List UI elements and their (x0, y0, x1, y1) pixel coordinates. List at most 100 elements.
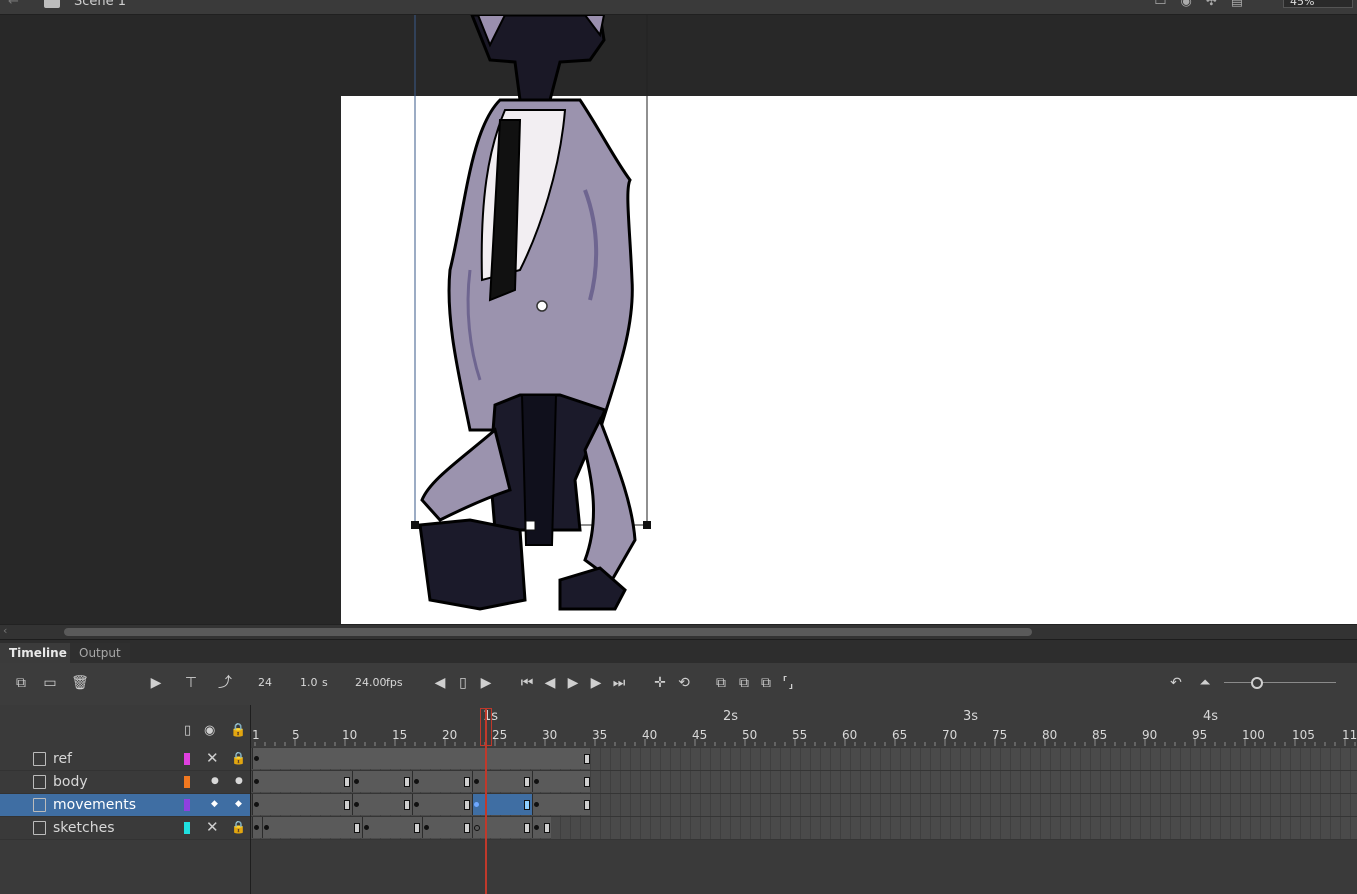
center-frame-icon[interactable]: ✛ (650, 673, 670, 693)
end-frame[interactable] (524, 800, 530, 810)
graph-icon[interactable]: ⤴ (215, 673, 235, 693)
frame-span[interactable] (252, 771, 352, 792)
keyframe[interactable] (354, 802, 359, 807)
frames-area[interactable]: 1s 2s 3s 4s 1 5 10 15 20 25 30 35 40 45 50 55 60 65 70… (251, 705, 1357, 894)
frames-row-sketches[interactable] (251, 817, 1357, 840)
go-to-first-frame-icon[interactable]: ⏮ (517, 673, 537, 693)
edit-multiple-frames-icon[interactable]: ⧉ (756, 673, 776, 693)
playhead-line[interactable] (485, 708, 487, 894)
undo-icon[interactable]: ↶ (1166, 673, 1186, 693)
end-frame[interactable] (524, 823, 530, 833)
layer-color-swatch[interactable] (184, 799, 190, 811)
end-frame[interactable] (544, 823, 550, 833)
horizontal-scrollbar[interactable]: ‹ (0, 624, 1357, 639)
frame-span[interactable] (472, 817, 532, 838)
lock-dot-icon[interactable]: ◆ (235, 799, 242, 809)
frame-span-selected[interactable] (472, 794, 532, 815)
frames-row-ref[interactable] (251, 748, 1357, 771)
layer-color-swatch[interactable] (184, 822, 190, 834)
layer-color-swatch[interactable] (184, 753, 190, 765)
timeline-ruler[interactable]: 1s 2s 3s 4s 1 5 10 15 20 25 30 35 40 45 50 55 60 65 70… (251, 705, 1357, 747)
end-frame[interactable] (464, 823, 470, 833)
end-frame[interactable] (404, 800, 410, 810)
onion-skin-outlines-icon[interactable]: ⧉ (734, 673, 754, 693)
back-arrow-icon[interactable]: ← (8, 0, 19, 9)
layer-row-body[interactable]: body ● ● (0, 771, 250, 794)
frame-span[interactable] (532, 771, 590, 792)
layer-parenting-icon[interactable]: ⊤ (181, 673, 201, 693)
onion-markers-icon[interactable]: ⸢⸥ (778, 673, 798, 693)
step-forward-icon[interactable]: ▶ (586, 673, 606, 693)
camera-icon[interactable]: ▶ (146, 673, 166, 693)
frame-span[interactable] (352, 794, 412, 815)
keyframe[interactable] (534, 779, 539, 784)
end-frame[interactable] (524, 777, 530, 787)
layer-name[interactable]: movements (53, 797, 136, 813)
next-keyframe-icon[interactable]: ▶ (476, 673, 496, 693)
end-frame[interactable] (584, 800, 590, 810)
keyframe[interactable] (414, 779, 419, 784)
end-frame[interactable] (404, 777, 410, 787)
hidden-icon[interactable]: ✕ (206, 749, 219, 767)
layer-row-sketches[interactable]: sketches ✕ 🔒 (0, 817, 250, 840)
keyframe[interactable] (354, 779, 359, 784)
eye-icon[interactable]: ◉ (204, 723, 215, 738)
frames-row-body[interactable] (251, 771, 1357, 794)
end-frame[interactable] (464, 800, 470, 810)
scrollbar-thumb[interactable] (64, 628, 1032, 636)
frame-size-slider-knob[interactable] (1251, 677, 1263, 689)
tab-output[interactable]: Output (70, 643, 130, 664)
hidden-icon[interactable]: ✕ (206, 818, 219, 836)
scene-label[interactable]: Scene 1 (74, 0, 126, 9)
keyframe[interactable] (534, 802, 539, 807)
frame-span[interactable] (412, 771, 472, 792)
scroll-left-icon[interactable]: ‹ (3, 624, 7, 637)
frames-row-movements[interactable] (251, 794, 1357, 817)
keyframe[interactable] (254, 802, 259, 807)
new-layer-icon[interactable]: ⧉ (11, 673, 31, 693)
insert-keyframe-icon[interactable]: ▯ (453, 673, 473, 693)
keyframe[interactable] (264, 825, 269, 830)
step-back-icon[interactable]: ◀ (540, 673, 560, 693)
stage-tools-icons[interactable]: ▭◉✣▤ (1154, 0, 1257, 9)
lock-icon[interactable]: 🔒 (231, 820, 246, 834)
visibility-dot-icon[interactable]: ◆ (211, 799, 218, 809)
keyframe[interactable] (474, 779, 479, 784)
onion-skin-icon[interactable]: ⧉ (711, 673, 731, 693)
current-frame-value[interactable]: 24 (258, 676, 272, 689)
frame-span[interactable] (472, 771, 532, 792)
play-icon[interactable]: ▶ (563, 673, 583, 693)
end-frame[interactable] (344, 800, 350, 810)
end-frame[interactable] (584, 754, 590, 764)
new-folder-icon[interactable]: ▭ (40, 673, 60, 693)
layer-name[interactable]: sketches (53, 820, 114, 836)
lock-icon[interactable]: 🔒 (231, 751, 246, 765)
frame-span[interactable] (252, 748, 590, 769)
frame-size-slider[interactable] (1224, 682, 1336, 683)
layer-row-ref[interactable]: ref ✕ 🔒 (0, 748, 250, 771)
layer-row-movements[interactable]: movements ◆ ◆ (0, 794, 250, 817)
frame-span[interactable] (352, 771, 412, 792)
blank-keyframe[interactable] (474, 825, 480, 831)
frame-span[interactable] (532, 794, 590, 815)
end-frame[interactable] (414, 823, 420, 833)
tab-timeline[interactable]: Timeline (0, 643, 76, 664)
keyframe[interactable] (254, 779, 259, 784)
end-frame[interactable] (354, 823, 360, 833)
keyframe[interactable] (254, 825, 259, 830)
go-to-last-frame-icon[interactable]: ⏭ (609, 673, 629, 693)
lock-icon[interactable]: 🔒 (230, 723, 246, 738)
visibility-dot-icon[interactable]: ● (211, 776, 219, 786)
layer-name[interactable]: body (53, 774, 88, 790)
frame-span[interactable] (262, 817, 362, 838)
frame-span[interactable] (252, 794, 352, 815)
keyframe[interactable] (364, 825, 369, 830)
frame-span[interactable] (362, 817, 422, 838)
character-artwork[interactable] (0, 15, 1357, 624)
elapsed-time-value[interactable]: 1.0 (300, 676, 318, 689)
keyframe[interactable] (534, 825, 539, 830)
end-frame[interactable] (344, 777, 350, 787)
keyframe[interactable] (254, 756, 259, 761)
keyframe[interactable] (474, 802, 479, 807)
keyframe[interactable] (414, 802, 419, 807)
